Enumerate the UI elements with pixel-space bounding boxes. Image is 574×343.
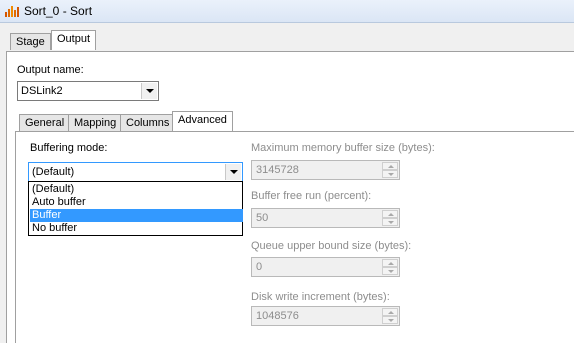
arrow-up-icon xyxy=(388,311,394,314)
spinner xyxy=(382,210,398,226)
arrow-down-icon xyxy=(388,173,394,176)
output-name-label: Output name: xyxy=(17,64,84,76)
tab-advanced[interactable]: Advanced xyxy=(172,111,233,131)
disk-write-label: Disk write increment (bytes): xyxy=(251,291,390,303)
arrow-up-icon xyxy=(388,165,394,168)
dropdown-button[interactable] xyxy=(141,83,157,99)
tab-label: General xyxy=(25,117,65,129)
spin-down-button[interactable] xyxy=(382,267,398,275)
queue-upper-input[interactable]: 0 xyxy=(251,257,400,277)
arrow-down-icon xyxy=(388,319,394,322)
tab-columns[interactable]: Columns xyxy=(120,114,176,131)
spin-down-button[interactable] xyxy=(382,218,398,226)
tab-label: Stage xyxy=(16,36,45,48)
spin-up-button[interactable] xyxy=(382,308,398,316)
buffering-mode-options: (Default) Auto buffer Buffer No buffer xyxy=(28,181,243,236)
tab-mapping[interactable]: Mapping xyxy=(68,114,123,131)
spin-up-button[interactable] xyxy=(382,259,398,267)
bar-chart-icon xyxy=(5,6,19,17)
arrow-down-icon xyxy=(388,270,394,273)
option-buffer[interactable]: Buffer xyxy=(30,209,243,222)
option-no-buffer[interactable]: No buffer xyxy=(30,222,243,235)
option-default[interactable]: (Default) xyxy=(30,183,243,196)
spinner xyxy=(382,259,398,275)
tab-general[interactable]: General xyxy=(19,114,71,131)
disk-write-input[interactable]: 1048576 xyxy=(251,306,400,326)
output-name-value: DSLink2 xyxy=(21,85,63,97)
queue-upper-label: Queue upper bound size (bytes): xyxy=(251,240,412,252)
max-memory-value: 3145728 xyxy=(256,164,299,176)
buffering-mode-value: (Default) xyxy=(32,166,75,178)
buffering-mode-label: Buffering mode: xyxy=(30,142,108,154)
spinner xyxy=(382,162,398,178)
title-bar: Sort_0 - Sort xyxy=(0,0,574,23)
spin-down-button[interactable] xyxy=(382,170,398,178)
dropdown-button[interactable] xyxy=(225,164,241,180)
tab-label: Mapping xyxy=(74,117,117,129)
free-run-value: 50 xyxy=(256,212,269,224)
free-run-input[interactable]: 50 xyxy=(251,208,400,228)
tab-label: Output xyxy=(57,33,91,45)
spin-down-button[interactable] xyxy=(382,316,398,324)
chevron-down-icon xyxy=(146,89,154,93)
buffering-mode-select[interactable]: (Default) xyxy=(28,162,243,182)
arrow-down-icon xyxy=(388,221,394,224)
window-title: Sort_0 - Sort xyxy=(24,4,93,18)
max-memory-label: Maximum memory buffer size (bytes): xyxy=(251,142,435,154)
option-auto-buffer[interactable]: Auto buffer xyxy=(30,196,243,209)
tab-label: Advanced xyxy=(178,114,227,126)
arrow-up-icon xyxy=(388,262,394,265)
queue-upper-value: 0 xyxy=(256,261,263,273)
spin-up-button[interactable] xyxy=(382,210,398,218)
tab-stage[interactable]: Stage xyxy=(10,33,51,50)
max-memory-input[interactable]: 3145728 xyxy=(251,160,400,180)
tab-label: Columns xyxy=(126,117,170,129)
chevron-down-icon xyxy=(230,170,238,174)
spin-up-button[interactable] xyxy=(382,162,398,170)
arrow-up-icon xyxy=(388,213,394,216)
free-run-label: Buffer free run (percent): xyxy=(251,190,372,202)
disk-write-value: 1048576 xyxy=(256,310,299,322)
spinner xyxy=(382,308,398,324)
output-name-select[interactable]: DSLink2 xyxy=(17,81,159,101)
tab-output[interactable]: Output xyxy=(51,30,97,50)
